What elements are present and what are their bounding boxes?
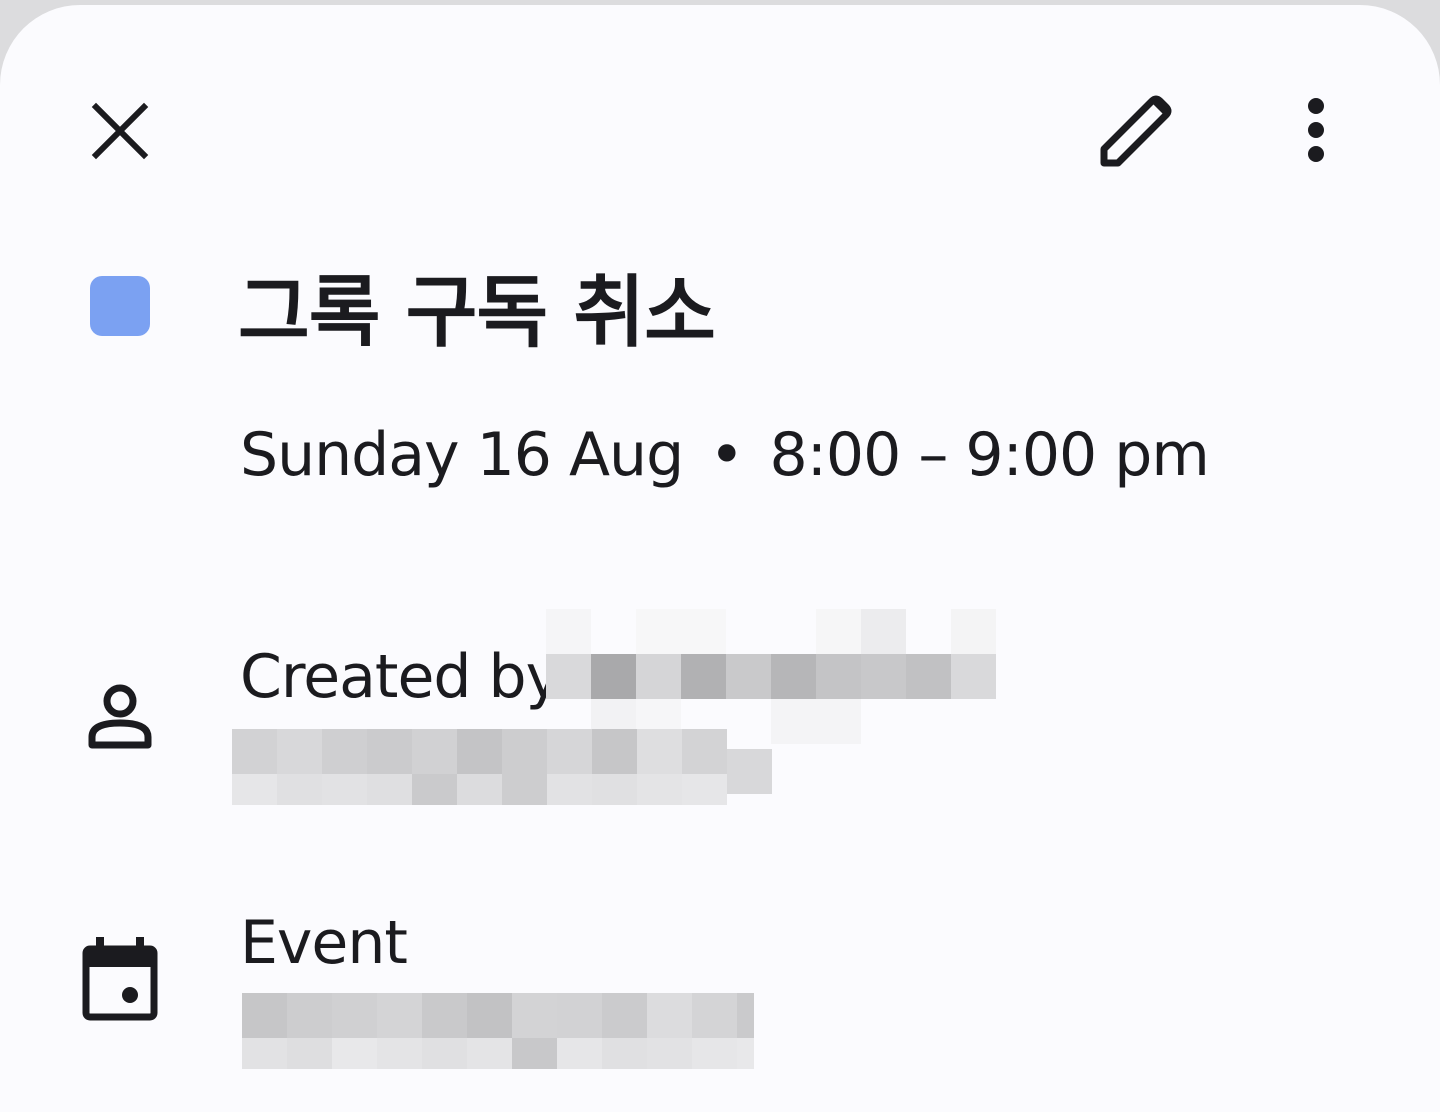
created-by-label: Created by (240, 642, 561, 712)
pencil-icon[interactable] (1094, 91, 1176, 173)
event-details-sheet: 그록 구독 취소 Sunday 16 Aug • 8:00 – 9:00 pm Cr… (0, 5, 1440, 1112)
redacted-calendar-name (242, 993, 754, 1069)
event-time: 8:00 – 9:00 pm (769, 420, 1210, 490)
redacted-creator-email (232, 729, 772, 805)
close-icon[interactable] (88, 99, 152, 163)
more-vert-icon[interactable] (1286, 97, 1346, 163)
separator-dot: • (709, 420, 744, 490)
event-type-label: Event (240, 908, 408, 978)
event-datetime: Sunday 16 Aug • 8:00 – 9:00 pm (240, 419, 1210, 491)
person-icon (88, 684, 152, 749)
event-date: Sunday 16 Aug (240, 420, 684, 490)
calendar-icon (82, 937, 158, 1021)
calendar-color-chip (90, 276, 150, 336)
event-title: 그록 구독 취소 (238, 268, 716, 358)
redacted-creator-name (546, 609, 998, 749)
